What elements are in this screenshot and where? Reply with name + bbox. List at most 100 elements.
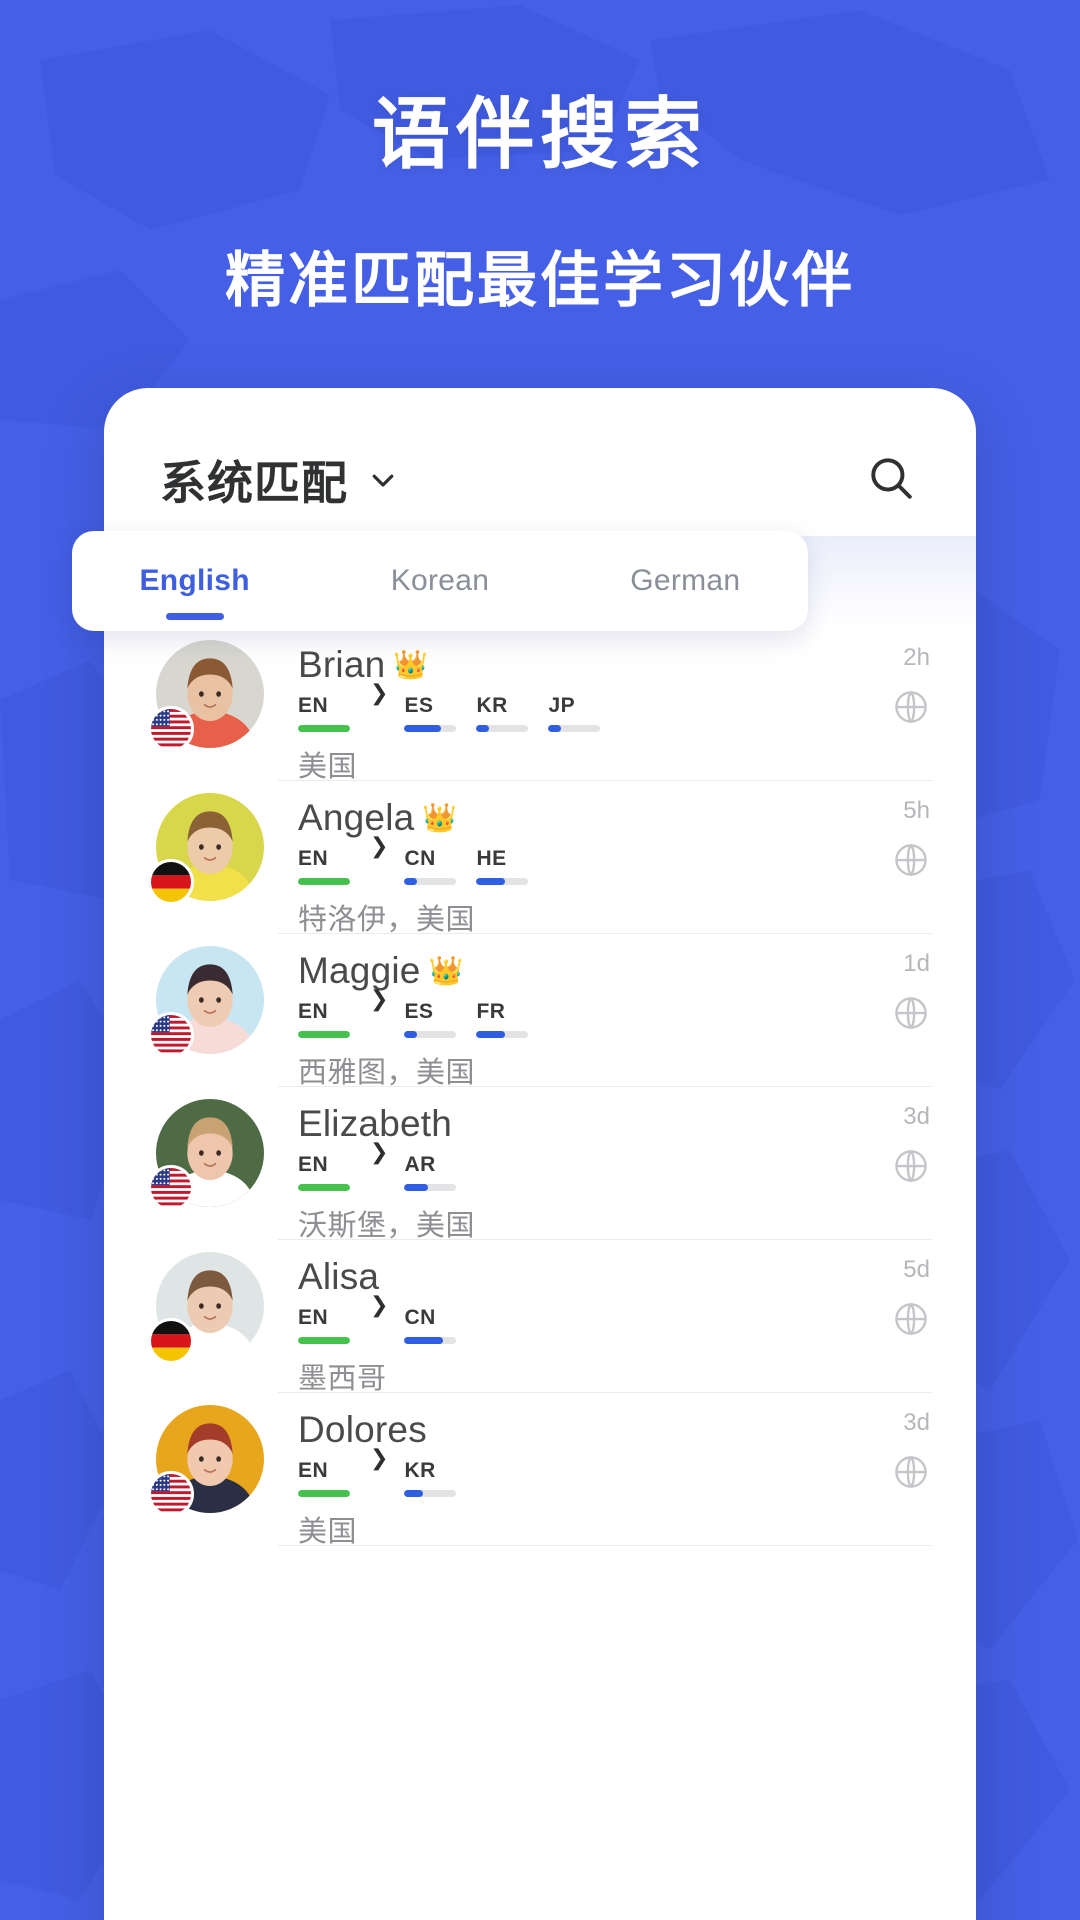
vip-crown-icon: 👑 xyxy=(428,955,464,986)
translate-globe-icon[interactable] xyxy=(892,841,930,879)
language-level-bar xyxy=(548,725,601,732)
partner-info: Dolores EN ❯ KR 美国 xyxy=(264,1393,840,1550)
partner-location: 美国 xyxy=(298,751,358,783)
translate-globe-icon[interactable] xyxy=(892,1453,930,1491)
language-level-bar xyxy=(476,725,529,732)
partner-location: 墨西哥 xyxy=(298,1363,387,1395)
language-code: EN xyxy=(298,1153,329,1176)
search-icon xyxy=(866,453,916,508)
page-title: 语伴搜索 xyxy=(371,90,708,178)
learning-language: ES xyxy=(404,1000,457,1038)
language-levels: EN ❯ ES FR xyxy=(298,988,840,1038)
learning-language: FR xyxy=(476,1000,529,1038)
learning-language: HE xyxy=(476,848,529,885)
country-flag-icon xyxy=(148,859,194,905)
table-row[interactable]: Elizabeth EN ❯ AR 沃斯堡，美国 3d xyxy=(104,1087,976,1242)
language-level-bar xyxy=(404,1031,457,1038)
native-language: EN xyxy=(298,848,350,885)
partner-list[interactable]: Brian 👑 EN ❯ ES KR JP 美国 2h Angela 👑 EN ❯ CN HE 特洛伊，美国 5… xyxy=(104,536,976,1920)
learning-language: CN xyxy=(404,847,457,885)
language-level-bar xyxy=(404,725,457,732)
avatar[interactable] xyxy=(148,793,264,905)
partner-name: Maggie xyxy=(298,950,421,991)
tab-korean[interactable]: Korean xyxy=(317,564,562,598)
match-mode-dropdown[interactable]: 系统匹配 xyxy=(160,447,398,513)
hero: 语伴搜索 精准匹配最佳学习伙伴 xyxy=(0,0,1080,319)
language-code: JP xyxy=(548,694,576,717)
app-screen: 语伴搜索 精准匹配最佳学习伙伴 系统匹配 Brian 👑 EN ❯ ES KR JP 美国 2h… xyxy=(0,0,1080,1920)
native-language: EN xyxy=(298,1001,350,1038)
row-meta: 2h xyxy=(840,628,930,726)
language-levels: EN ❯ AR xyxy=(298,1141,840,1191)
chevron-right-icon: ❯ xyxy=(370,833,389,858)
last-active-time: 3d xyxy=(903,1409,930,1436)
country-flag-icon xyxy=(148,1318,194,1364)
language-code: ES xyxy=(404,1000,434,1023)
country-flag-icon xyxy=(148,1471,194,1517)
learning-language: KR xyxy=(476,694,529,732)
learning-language: KR xyxy=(404,1459,457,1497)
country-flag-icon xyxy=(148,1165,194,1211)
language-code: FR xyxy=(476,1000,506,1023)
language-code: CN xyxy=(404,847,436,870)
language-level-bar xyxy=(298,1184,350,1191)
language-code: EN xyxy=(298,694,329,717)
language-tabbar[interactable]: English Korean German xyxy=(72,531,808,631)
tab-german[interactable]: German xyxy=(563,564,808,598)
avatar[interactable] xyxy=(148,1252,264,1364)
tab-label: German xyxy=(630,564,741,597)
translate-globe-icon[interactable] xyxy=(892,994,930,1032)
native-language: EN xyxy=(298,695,350,732)
search-button[interactable] xyxy=(862,451,920,509)
chevron-right-icon: ❯ xyxy=(370,1139,389,1164)
learning-language: ES xyxy=(404,695,457,732)
language-code: KR xyxy=(476,694,508,717)
row-divider xyxy=(278,1545,932,1546)
country-flag-icon xyxy=(148,1012,194,1058)
tab-label: Korean xyxy=(390,564,490,597)
tab-active-underline xyxy=(165,613,224,620)
language-level-bar xyxy=(476,878,529,885)
language-level-bar xyxy=(298,1490,350,1497)
page-subtitle: 精准匹配最佳学习伙伴 xyxy=(225,246,855,314)
phone-header: 系统匹配 xyxy=(104,388,976,536)
table-row[interactable]: Dolores EN ❯ KR 美国 3d xyxy=(104,1393,976,1548)
translate-globe-icon[interactable] xyxy=(892,1147,930,1185)
language-code: KR xyxy=(404,1459,436,1482)
partner-location: 特洛伊，美国 xyxy=(298,904,476,936)
tab-english[interactable]: English xyxy=(72,564,317,620)
chevron-right-icon: ❯ xyxy=(370,1292,389,1317)
native-language: EN xyxy=(298,1154,350,1191)
language-code: CN xyxy=(404,1306,436,1329)
partner-info: Angela 👑 EN ❯ CN HE 特洛伊，美国 xyxy=(264,781,840,938)
partner-location: 美国 xyxy=(298,1516,358,1548)
translate-globe-icon[interactable] xyxy=(892,1300,930,1338)
table-row[interactable]: Brian 👑 EN ❯ ES KR JP 美国 2h xyxy=(104,628,976,783)
language-levels: EN ❯ KR xyxy=(298,1447,840,1497)
chevron-right-icon: ❯ xyxy=(370,680,389,705)
language-code: EN xyxy=(298,847,329,870)
language-code: AR xyxy=(404,1153,436,1176)
translate-globe-icon[interactable] xyxy=(892,688,930,726)
avatar[interactable] xyxy=(148,640,264,752)
tab-label: English xyxy=(139,564,250,597)
row-meta: 5h xyxy=(840,781,930,879)
partner-location: 沃斯堡，美国 xyxy=(298,1210,476,1242)
table-row[interactable]: Maggie 👑 EN ❯ ES FR 西雅图，美国 1d xyxy=(104,934,976,1089)
vip-crown-icon: 👑 xyxy=(422,802,458,833)
language-levels: EN ❯ ES KR JP xyxy=(298,682,840,732)
avatar[interactable] xyxy=(148,946,264,1058)
partner-info: Brian 👑 EN ❯ ES KR JP 美国 xyxy=(264,628,840,785)
learning-language: JP xyxy=(548,694,601,732)
language-levels: EN ❯ CN HE xyxy=(298,835,840,885)
table-row[interactable]: Alisa EN ❯ CN 墨西哥 5d xyxy=(104,1240,976,1395)
avatar[interactable] xyxy=(148,1405,264,1517)
partner-info: Alisa EN ❯ CN 墨西哥 xyxy=(264,1240,840,1397)
row-meta: 3d xyxy=(840,1393,930,1491)
chevron-down-icon xyxy=(368,465,398,495)
chevron-right-icon: ❯ xyxy=(370,986,389,1011)
avatar[interactable] xyxy=(148,1099,264,1211)
table-row[interactable]: Angela 👑 EN ❯ CN HE 特洛伊，美国 5h xyxy=(104,781,976,936)
country-flag-icon xyxy=(148,706,194,752)
row-meta: 3d xyxy=(840,1087,930,1185)
